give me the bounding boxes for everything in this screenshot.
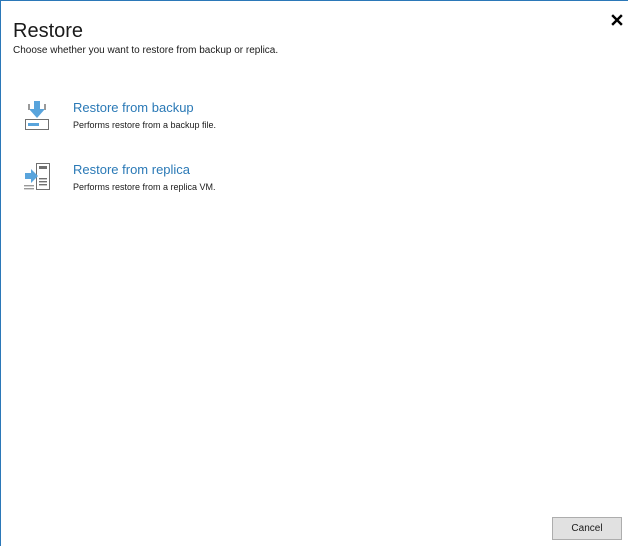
dialog-subtitle: Choose whether you want to restore from … — [13, 45, 279, 56]
close-icon — [611, 14, 623, 26]
restore-from-replica-option[interactable]: Restore from replica Performs restore fr… — [23, 161, 403, 203]
restore-dialog: Restore Choose whether you want to resto… — [0, 0, 628, 546]
close-button[interactable] — [610, 13, 624, 27]
restore-from-replica-label[interactable]: Restore from replica — [73, 161, 190, 179]
restore-from-backup-option[interactable]: Restore from backup Performs restore fro… — [23, 99, 403, 141]
restore-from-replica-icon — [24, 163, 50, 190]
dialog-title: Restore — [13, 20, 84, 42]
restore-from-backup-icon — [25, 101, 49, 130]
restore-from-backup-label[interactable]: Restore from backup — [73, 99, 194, 117]
cancel-button[interactable]: Cancel — [552, 517, 622, 540]
restore-from-backup-description: Performs restore from a backup file. — [73, 120, 217, 130]
restore-from-replica-description: Performs restore from a replica VM. — [73, 182, 216, 192]
